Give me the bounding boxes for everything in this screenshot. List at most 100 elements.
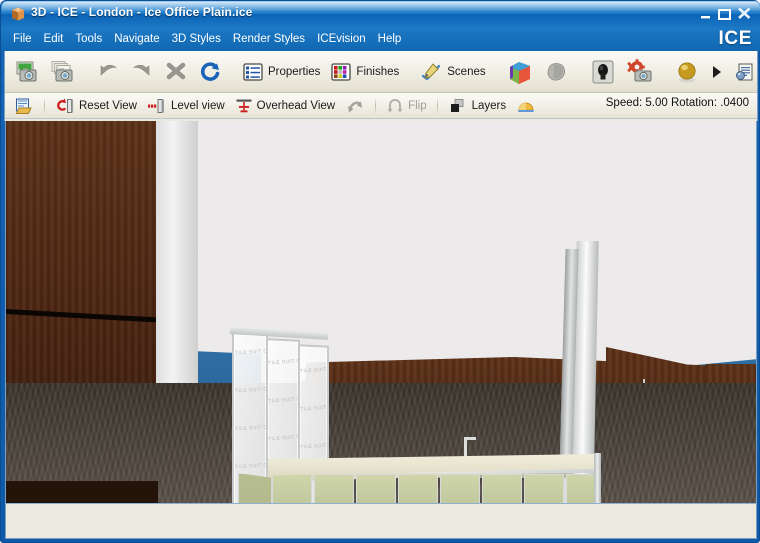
glass-etch-text-5: TILE SUIT OM <box>267 358 300 367</box>
cabinet-door-5 <box>440 474 480 503</box>
document-sphere-icon <box>734 61 756 83</box>
rotate-view-button[interactable] <box>340 94 370 118</box>
glass-etch-text-6: TILE SUIT OM <box>267 396 300 405</box>
menu-item-navigate[interactable]: Navigate <box>108 30 165 48</box>
speed-rotation-status: Speed: 5.00 Rotation: .0400 <box>605 97 749 109</box>
sink-tap <box>464 437 467 459</box>
refresh-circular-icon <box>198 60 222 84</box>
reset-view-button[interactable]: Reset View <box>50 94 142 118</box>
menu-item-help[interactable]: Help <box>372 30 408 48</box>
document-button[interactable] <box>729 55 760 89</box>
level-view-label: Level view <box>170 99 225 112</box>
finishes-button[interactable]: Finishes <box>325 55 404 89</box>
overhead-view-button[interactable]: Overhead View <box>230 94 340 118</box>
sun-daylight-button[interactable] <box>511 94 541 118</box>
glass-etch-text-4: TILE SUIT OM <box>234 462 268 471</box>
left-return-cabinets <box>238 473 272 503</box>
refresh-button[interactable] <box>193 55 227 89</box>
view-separator-2 <box>375 96 377 115</box>
overhead-view-label: Overhead View <box>256 99 336 112</box>
glass-etch-text-2: TILE SUIT OM <box>234 386 268 395</box>
ice-brand-logo: ICE <box>718 28 752 49</box>
color-cube-button[interactable] <box>501 55 539 89</box>
status-bar <box>5 503 757 539</box>
menu-item-tools[interactable]: Tools <box>69 30 108 48</box>
3d-scene: TILE SUIT OM TILE SUIT OM TILE SUIT OM T… <box>6 121 756 503</box>
render-button[interactable] <box>621 55 659 89</box>
toolbar-area: Properties Finishes Scenes Reset View Le… <box>4 51 758 121</box>
view-separator-1 <box>44 96 45 115</box>
finishes-label: Finishes <box>356 65 400 78</box>
redo-button[interactable] <box>125 55 159 89</box>
delete-button[interactable] <box>159 55 193 89</box>
properties-label: Properties <box>268 65 321 78</box>
level-view-button[interactable]: Level view <box>142 94 230 118</box>
open-folder-view-icon <box>14 96 34 116</box>
minimize-icon[interactable] <box>698 7 714 21</box>
main-toolbar: Properties Finishes Scenes <box>5 51 757 93</box>
flip-label: Flip <box>408 99 427 112</box>
snapshot-single-button[interactable] <box>9 55 45 89</box>
dropdown-arrow-icon <box>710 62 724 82</box>
cube-box-icon <box>10 6 26 22</box>
glass-etch-text-7: TILE SUIT OM <box>267 434 300 443</box>
render-camera-gear-icon <box>626 58 654 86</box>
3d-viewport[interactable]: TILE SUIT OM TILE SUIT OM TILE SUIT OM T… <box>5 121 757 503</box>
sun-daylight-icon <box>516 97 536 115</box>
cabinet-door-3 <box>356 474 396 503</box>
glass-etch-text-8: TILE SUIT OM <box>299 366 329 375</box>
menu-bar: File Edit Tools Navigate 3D Styles Rende… <box>1 27 760 51</box>
menu-item-icevision[interactable]: ICEvision <box>311 30 372 48</box>
layers-label: Layers <box>471 99 507 112</box>
sink-tap-spout <box>464 437 476 440</box>
snapshot-multiple-icon <box>50 59 76 85</box>
flip-button[interactable]: Flip <box>381 94 432 118</box>
glass-etch-text-3: TILE SUIT OM <box>234 424 268 433</box>
undo-arrow-icon <box>96 60 120 84</box>
view-separator-3 <box>436 96 438 115</box>
glass-etch-text-1: TILE SUIT OM <box>234 348 268 357</box>
rotate-view-icon <box>345 97 365 115</box>
delete-cross-icon <box>164 60 188 84</box>
cabinet-door-6 <box>482 474 522 503</box>
lighting-button[interactable] <box>585 55 621 89</box>
menu-item-edit[interactable]: Edit <box>38 30 70 48</box>
glass-etch-text-10: TILE SUIT OM <box>299 442 329 451</box>
title-bar[interactable]: 3D - ICE - London - Ice Office Plain.ice <box>1 1 760 27</box>
overhead-view-icon <box>235 97 253 115</box>
snapshot-multiple-button[interactable] <box>45 55 81 89</box>
snapshot-single-icon <box>14 59 40 85</box>
menu-item-render-styles[interactable]: Render Styles <box>227 30 311 48</box>
glass-etch-text-9: TILE SUIT OM <box>299 404 329 413</box>
open-folder-view-button[interactable] <box>9 94 39 118</box>
close-icon[interactable] <box>736 6 752 20</box>
properties-button[interactable]: Properties <box>237 55 325 89</box>
cabinet-door-1 <box>272 474 312 503</box>
view-toolbar: Reset View Level view Overhead View Flip… <box>5 93 757 119</box>
flip-icon <box>386 97 404 115</box>
island-end-post <box>594 453 601 503</box>
light-bulb-icon <box>590 59 616 85</box>
window-title: 3D - ICE - London - Ice Office Plain.ice <box>31 5 253 19</box>
redo-arrow-icon <box>130 60 154 84</box>
scenes-label: Scenes <box>447 65 486 78</box>
maximize-icon[interactable] <box>716 7 732 21</box>
cabinet-door-2 <box>314 474 354 503</box>
menu-item-file[interactable]: File <box>7 30 38 48</box>
reset-view-label: Reset View <box>79 99 137 112</box>
list-properties-icon <box>242 61 264 83</box>
layers-icon <box>448 97 468 115</box>
menu-item-3d-styles[interactable]: 3D Styles <box>166 30 227 48</box>
scenes-button[interactable]: Scenes <box>414 55 490 89</box>
material-gold-button[interactable] <box>669 55 705 89</box>
floor-dark-left <box>6 481 158 503</box>
menu-items: File Edit Tools Navigate 3D Styles Rende… <box>7 27 407 51</box>
undo-button[interactable] <box>91 55 125 89</box>
material-gold-dropdown[interactable] <box>705 55 729 89</box>
layers-button[interactable]: Layers <box>443 94 512 118</box>
color-palette-grid-icon <box>330 61 352 83</box>
color-cube-icon <box>506 58 534 86</box>
pencil-check-icon <box>419 60 443 84</box>
cabinet-door-4 <box>398 474 438 503</box>
shading-button[interactable] <box>539 55 575 89</box>
